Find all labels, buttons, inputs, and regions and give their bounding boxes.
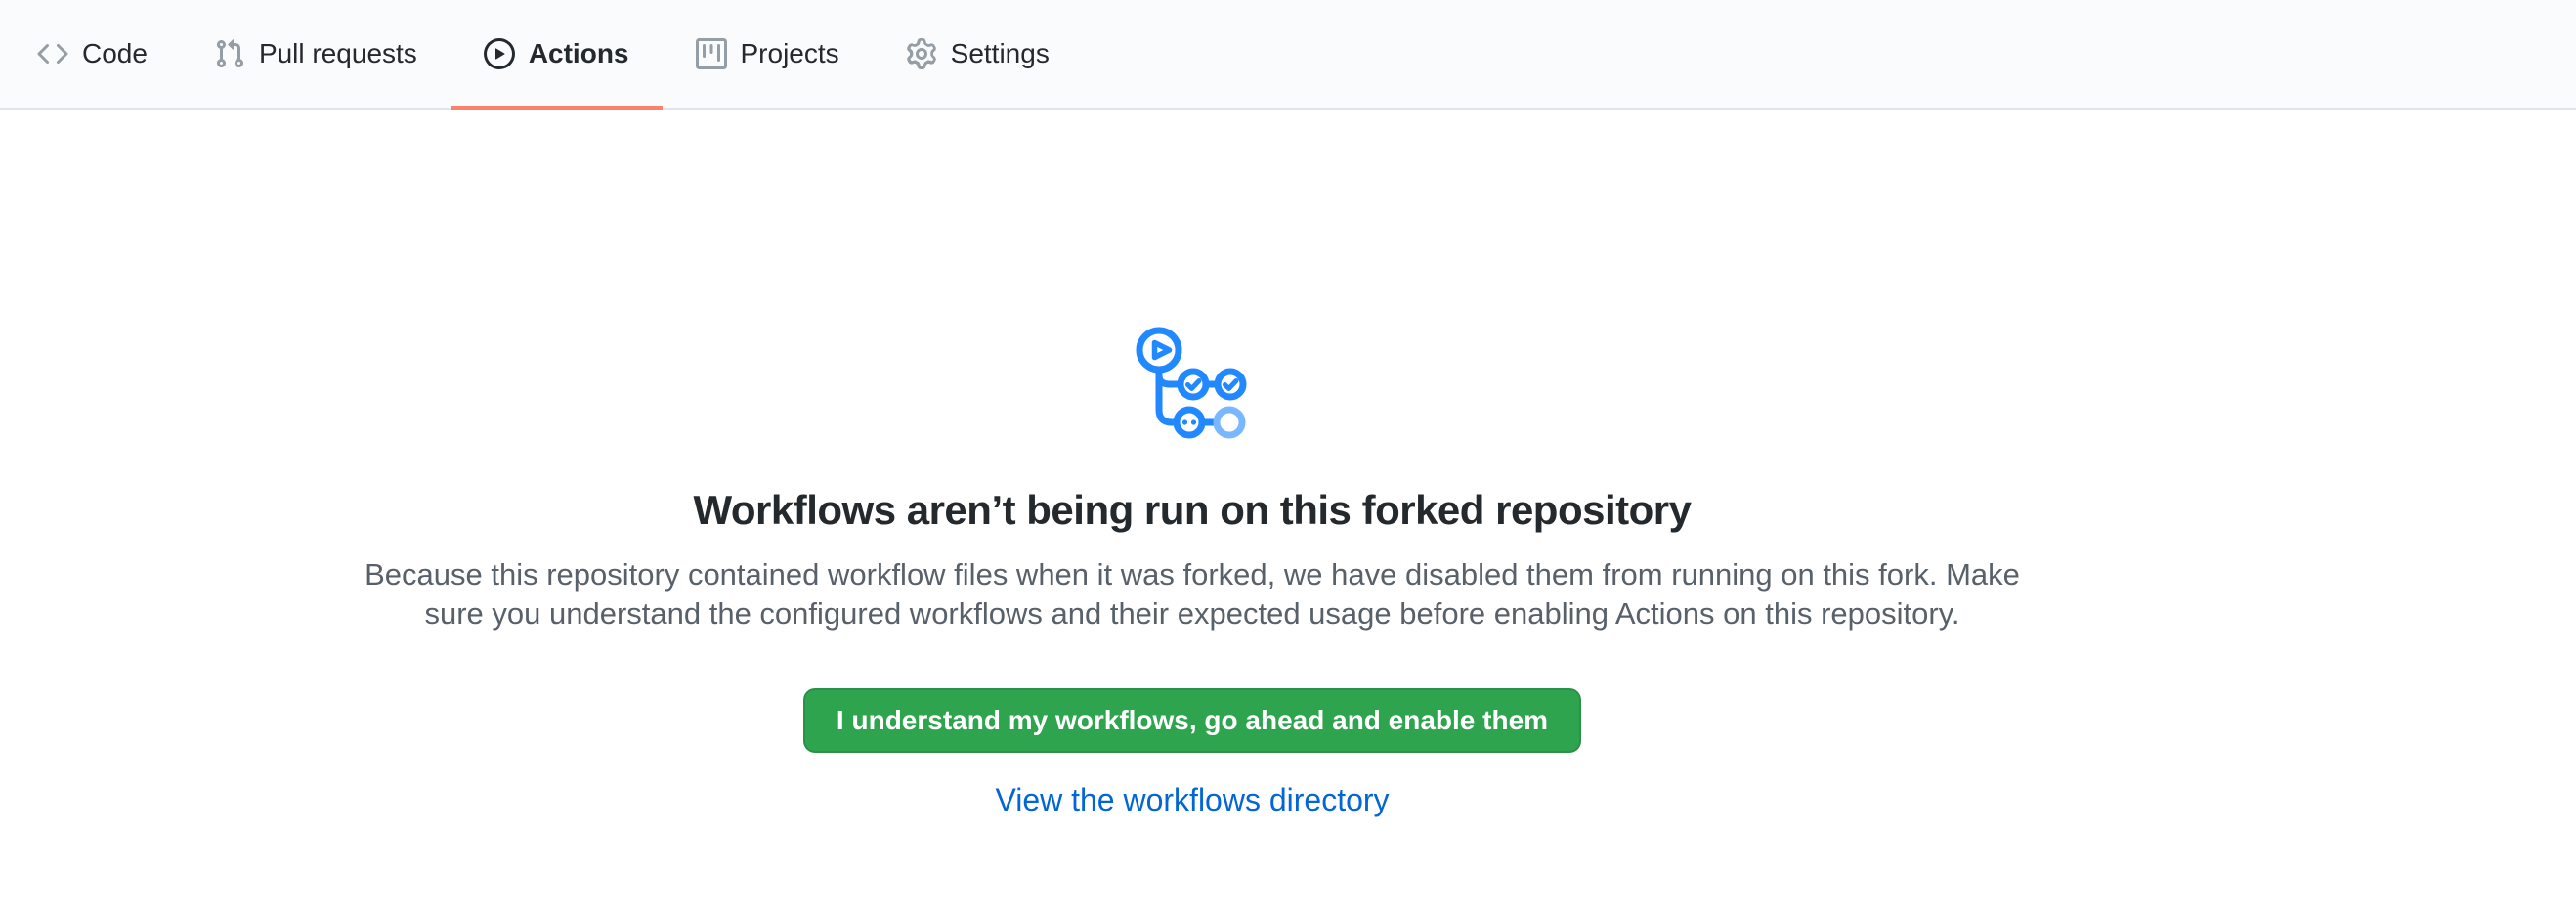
tab-projects-label: Projects xyxy=(741,40,839,67)
tab-code[interactable]: Code xyxy=(4,0,181,108)
tab-pull-requests-label: Pull requests xyxy=(259,40,417,67)
play-icon xyxy=(484,38,515,69)
empty-state-description: Because this repository contained workfl… xyxy=(0,555,2384,634)
empty-state-title: Workflows aren’t being run on this forke… xyxy=(0,483,2384,538)
code-icon xyxy=(37,38,68,69)
tab-settings[interactable]: Settings xyxy=(873,0,1083,108)
tab-projects[interactable]: Projects xyxy=(663,0,873,108)
repo-tab-bar: Code Pull requests Actions Projects Sett… xyxy=(0,0,2576,110)
description-line-1: Because this repository contained workfl… xyxy=(0,555,2384,594)
tab-settings-label: Settings xyxy=(951,40,1050,67)
tab-actions-label: Actions xyxy=(529,40,629,67)
gear-icon xyxy=(906,38,937,69)
tab-actions[interactable]: Actions xyxy=(451,0,663,108)
workflows-directory-link[interactable]: View the workflows directory xyxy=(995,782,1389,817)
project-icon xyxy=(696,38,727,69)
description-line-2: sure you understand the configured workf… xyxy=(0,594,2384,634)
tab-code-label: Code xyxy=(82,40,148,67)
enable-workflows-button[interactable]: I understand my workflows, go ahead and … xyxy=(803,688,1581,753)
tab-pull-requests[interactable]: Pull requests xyxy=(181,0,451,108)
actions-disabled-empty-state: Workflows aren’t being run on this forke… xyxy=(0,110,2384,819)
workflows-link-row: View the workflows directory xyxy=(0,780,2384,819)
workflow-graph-icon xyxy=(1136,327,1249,440)
git-pull-request-icon xyxy=(214,38,245,69)
